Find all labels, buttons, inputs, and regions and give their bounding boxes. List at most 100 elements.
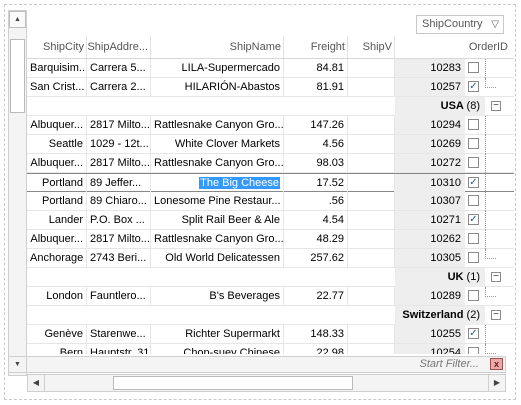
vertical-scroll-thumb[interactable] xyxy=(10,39,25,113)
cell-shipvia[interactable] xyxy=(348,344,395,354)
collapse-group-icon[interactable]: − xyxy=(491,310,501,320)
cell-freight[interactable]: 147.26 xyxy=(284,116,348,134)
cell-shipcity[interactable]: Seattle xyxy=(27,135,87,153)
filter-funnel-icon[interactable]: ▽ xyxy=(491,16,499,33)
cell-shipvia[interactable] xyxy=(348,325,395,343)
table-row[interactable]: Portland 89 Jeffer... The Big Cheese 17.52 1… xyxy=(27,173,514,193)
cell-shipaddress[interactable]: 1029 - 12t... xyxy=(87,135,151,153)
group-row[interactable]: USA (8) − xyxy=(27,97,514,116)
table-row[interactable]: Albuquer... 2817 Milto... Rattlesnake Cany… xyxy=(27,116,514,135)
cell-orderid[interactable]: 10294 xyxy=(395,116,465,134)
cell-shipcity[interactable]: Bern xyxy=(27,344,87,354)
group-row[interactable]: Switzerland (2) − xyxy=(27,306,514,325)
table-row[interactable]: London Fauntlero... B's Beverages 22.77 1028… xyxy=(27,287,514,306)
cell-orderid[interactable]: 10269 xyxy=(395,135,465,153)
horizontal-scrollbar[interactable]: ◀ ▶ xyxy=(27,374,506,392)
cell-shipaddress[interactable]: 89 Jeffer... xyxy=(87,174,151,192)
close-filter-icon[interactable]: x xyxy=(490,358,503,370)
cell-shipname[interactable]: HILARIÓN-Abastos xyxy=(151,78,284,96)
cell-shipcity[interactable]: Barquisim... xyxy=(27,59,87,77)
cell-freight[interactable]: 22.77 xyxy=(284,287,348,305)
cell-shipaddress[interactable]: 2817 Milto... xyxy=(87,154,151,172)
collapse-group-icon[interactable]: − xyxy=(491,101,501,111)
scroll-down-button[interactable]: ▼ xyxy=(9,357,27,372)
scroll-up-button[interactable]: ▲ xyxy=(9,11,26,28)
table-row[interactable]: Anchorage 2743 Beri... Old World Delicates… xyxy=(27,249,514,268)
filter-bar[interactable]: ▼ Start Filter... x xyxy=(8,356,506,373)
cell-orderid[interactable]: 10289 xyxy=(395,287,465,305)
table-row[interactable]: Genève Starenwe... Richter Supermarkt 148.3… xyxy=(27,325,514,344)
row-checkbox[interactable] xyxy=(468,233,479,244)
row-checkbox[interactable] xyxy=(468,347,479,354)
cell-shipvia[interactable] xyxy=(348,154,395,172)
cell-freight[interactable]: 257.62 xyxy=(284,249,348,267)
cell-shipcity[interactable]: Genève xyxy=(27,325,87,343)
cell-shipname[interactable]: Richter Supermarkt xyxy=(151,325,284,343)
horizontal-scroll-thumb[interactable] xyxy=(113,376,353,390)
col-header-shipvia[interactable]: ShipV xyxy=(348,36,395,58)
cell-orderid[interactable]: 10271 xyxy=(395,211,465,229)
cell-shipname[interactable]: The Big Cheese xyxy=(151,174,284,192)
col-header-shipname[interactable]: ShipName xyxy=(151,36,284,58)
cell-orderid[interactable]: 10257 xyxy=(395,78,465,96)
col-header-orderid[interactable]: OrderID xyxy=(395,36,514,58)
cell-shipaddress[interactable]: 2743 Beri... xyxy=(87,249,151,267)
cell-shipname[interactable]: Rattlesnake Canyon Gro... xyxy=(151,230,284,248)
cell-shipcity[interactable]: Albuquer... xyxy=(27,116,87,134)
col-header-shipcity[interactable]: ShipCity xyxy=(27,36,87,58)
cell-shipaddress[interactable]: Hauptstr. 31 xyxy=(87,344,151,354)
row-checkbox[interactable] xyxy=(468,119,479,130)
cell-freight[interactable]: 98.03 xyxy=(284,154,348,172)
cell-shipvia[interactable] xyxy=(348,78,395,96)
col-header-shipaddress[interactable]: ShipAddre... xyxy=(87,36,151,58)
row-checkbox[interactable] xyxy=(468,252,479,263)
table-row[interactable]: Portland 89 Chiaro... Lonesome Pine Restau… xyxy=(27,192,514,211)
cell-shipname[interactable]: Rattlesnake Canyon Gro... xyxy=(151,154,284,172)
cell-freight[interactable]: 48.29 xyxy=(284,230,348,248)
cell-orderid[interactable]: 10254 xyxy=(395,344,465,354)
cell-orderid[interactable]: 10305 xyxy=(395,249,465,267)
row-checkbox[interactable]: ✓ xyxy=(468,328,479,339)
table-row[interactable]: San Crist... Carrera 2... HILARIÓN-Abastos… xyxy=(27,78,514,97)
row-checkbox[interactable]: ✓ xyxy=(468,177,479,188)
table-row[interactable]: Lander P.O. Box ... Split Rail Beer & Ale 4… xyxy=(27,211,514,230)
table-row[interactable]: Albuquer... 2817 Milto... Rattlesnake Cany… xyxy=(27,230,514,249)
cell-orderid[interactable]: 10272 xyxy=(395,154,465,172)
cell-shipvia[interactable] xyxy=(348,230,395,248)
cell-orderid[interactable]: 10262 xyxy=(395,230,465,248)
cell-shipaddress[interactable]: Carrera 2... xyxy=(87,78,151,96)
row-checkbox[interactable]: ✓ xyxy=(468,214,479,225)
cell-shipvia[interactable] xyxy=(348,174,395,192)
table-row[interactable]: Seattle 1029 - 12t... White Clover Markets… xyxy=(27,135,514,154)
col-header-freight[interactable]: Freight xyxy=(284,36,348,58)
cell-freight[interactable]: 4.54 xyxy=(284,211,348,229)
cell-shipvia[interactable] xyxy=(348,116,395,134)
cell-shipaddress[interactable]: 2817 Milto... xyxy=(87,230,151,248)
cell-orderid[interactable]: 10310 xyxy=(395,174,465,192)
row-checkbox[interactable] xyxy=(468,138,479,149)
cell-freight[interactable]: 81.91 xyxy=(284,78,348,96)
cell-shipvia[interactable] xyxy=(348,192,395,210)
cell-shipvia[interactable] xyxy=(348,287,395,305)
cell-shipaddress[interactable]: 89 Chiaro... xyxy=(87,192,151,210)
cell-shipaddress[interactable]: Starenwe... xyxy=(87,325,151,343)
table-row[interactable]: Barquisim... Carrera 5... LILA-Supermercad… xyxy=(27,59,514,78)
cell-shipname[interactable]: Old World Delicatessen xyxy=(151,249,284,267)
cell-shipname[interactable]: Split Rail Beer & Ale xyxy=(151,211,284,229)
cell-freight[interactable]: 22.98 xyxy=(284,344,348,354)
cell-shipaddress[interactable]: 2817 Milto... xyxy=(87,116,151,134)
cell-shipvia[interactable] xyxy=(348,59,395,77)
row-checkbox[interactable] xyxy=(468,195,479,206)
cell-shipcity[interactable]: Albuquer... xyxy=(27,230,87,248)
row-checkbox[interactable] xyxy=(468,62,479,73)
start-filter-prompt[interactable]: Start Filter... xyxy=(420,357,480,372)
cell-shipaddress[interactable]: Carrera 5... xyxy=(87,59,151,77)
cell-shipcity[interactable]: London xyxy=(27,287,87,305)
scroll-left-button[interactable]: ◀ xyxy=(28,375,45,391)
cell-shipaddress[interactable]: Fauntlero... xyxy=(87,287,151,305)
cell-shipcity[interactable]: Portland xyxy=(27,192,87,210)
cell-freight[interactable]: 17.52 xyxy=(284,174,348,192)
cell-freight[interactable]: 84.81 xyxy=(284,59,348,77)
cell-shipname[interactable]: B's Beverages xyxy=(151,287,284,305)
cell-shipvia[interactable] xyxy=(348,211,395,229)
